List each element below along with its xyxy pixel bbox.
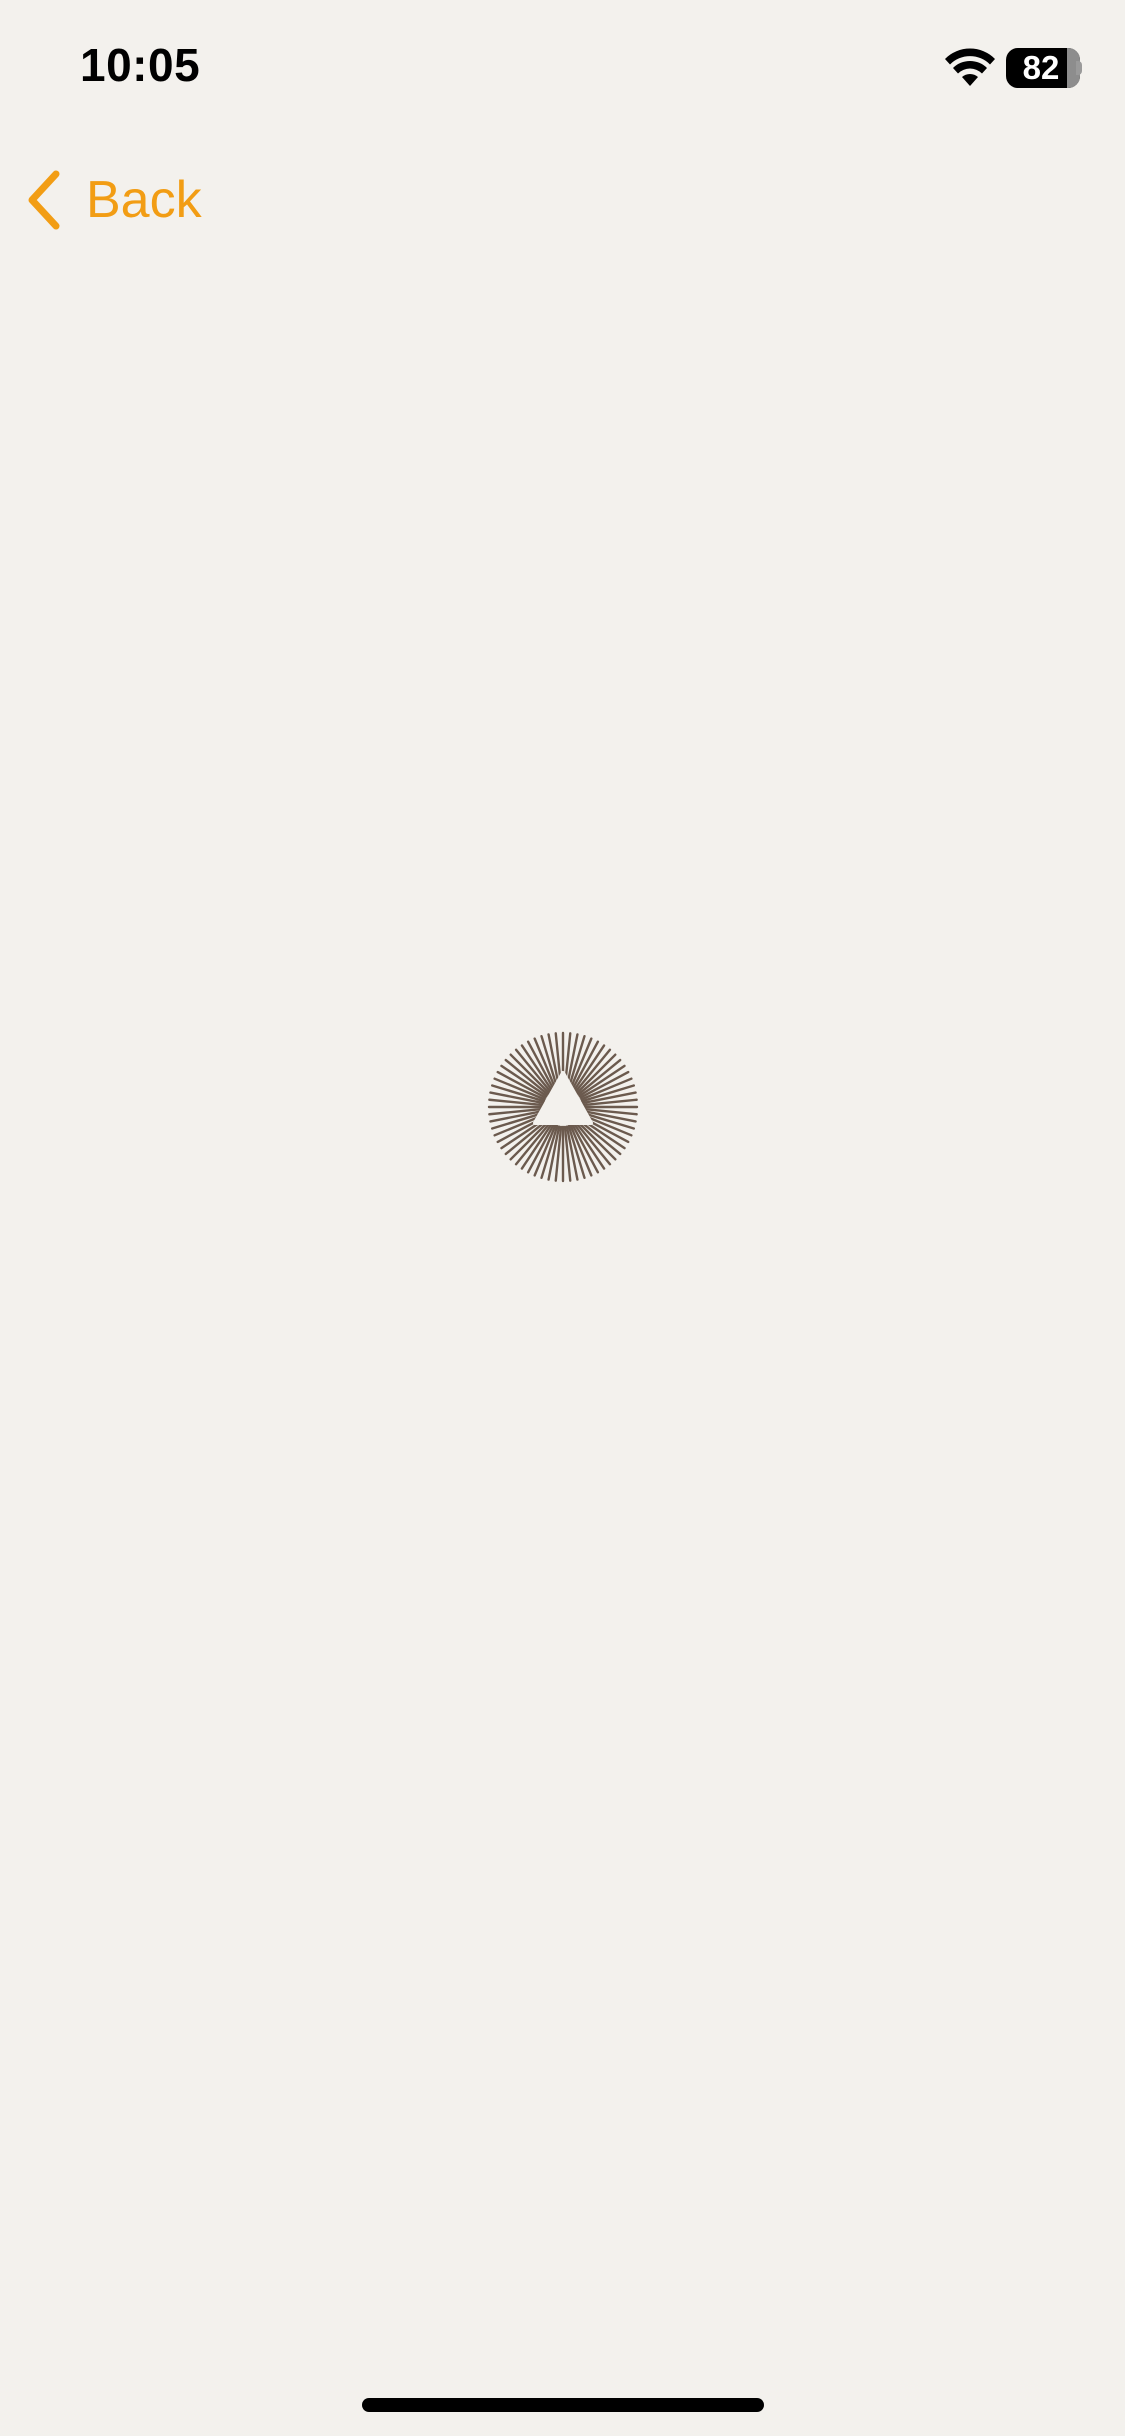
battery-tip (1076, 61, 1082, 75)
battery-icon: 82 (1006, 48, 1080, 88)
home-indicator (362, 2398, 764, 2412)
status-time: 10:05 (80, 39, 201, 91)
sunburst-triangle-loader-icon (487, 1031, 639, 1183)
screen: 10:05 82 Back (0, 0, 1125, 2436)
back-button[interactable]: Back (24, 160, 202, 240)
status-bar: 10:05 82 (0, 0, 1125, 140)
chevron-left-icon (28, 170, 60, 230)
wifi-icon (945, 48, 995, 86)
battery-level: 82 (1022, 49, 1060, 86)
back-label: Back (86, 171, 202, 229)
